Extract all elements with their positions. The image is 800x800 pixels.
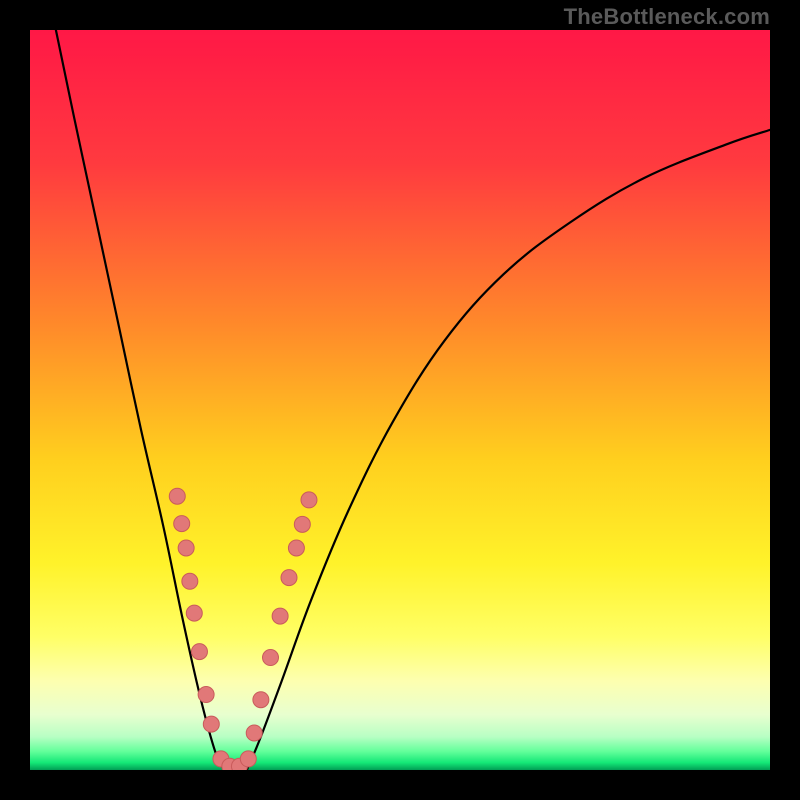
data-point-right xyxy=(246,725,262,741)
watermark-text: TheBottleneck.com xyxy=(564,4,770,30)
gradient-background xyxy=(30,30,770,770)
data-point-right xyxy=(294,516,310,532)
data-point-left xyxy=(203,716,219,732)
chart-svg xyxy=(30,30,770,770)
chart-frame: TheBottleneck.com xyxy=(0,0,800,800)
plot-area xyxy=(30,30,770,770)
data-point-right xyxy=(288,540,304,556)
data-point-left xyxy=(178,540,194,556)
data-point-right xyxy=(301,492,317,508)
data-point-bottom xyxy=(240,751,256,767)
data-point-left xyxy=(186,605,202,621)
data-point-left xyxy=(182,573,198,589)
data-point-right xyxy=(272,608,288,624)
data-point-left xyxy=(198,687,214,703)
data-point-right xyxy=(263,650,279,666)
data-point-left xyxy=(191,644,207,660)
data-point-left xyxy=(174,516,190,532)
data-point-right xyxy=(253,692,269,708)
data-point-left xyxy=(169,488,185,504)
data-point-right xyxy=(281,570,297,586)
